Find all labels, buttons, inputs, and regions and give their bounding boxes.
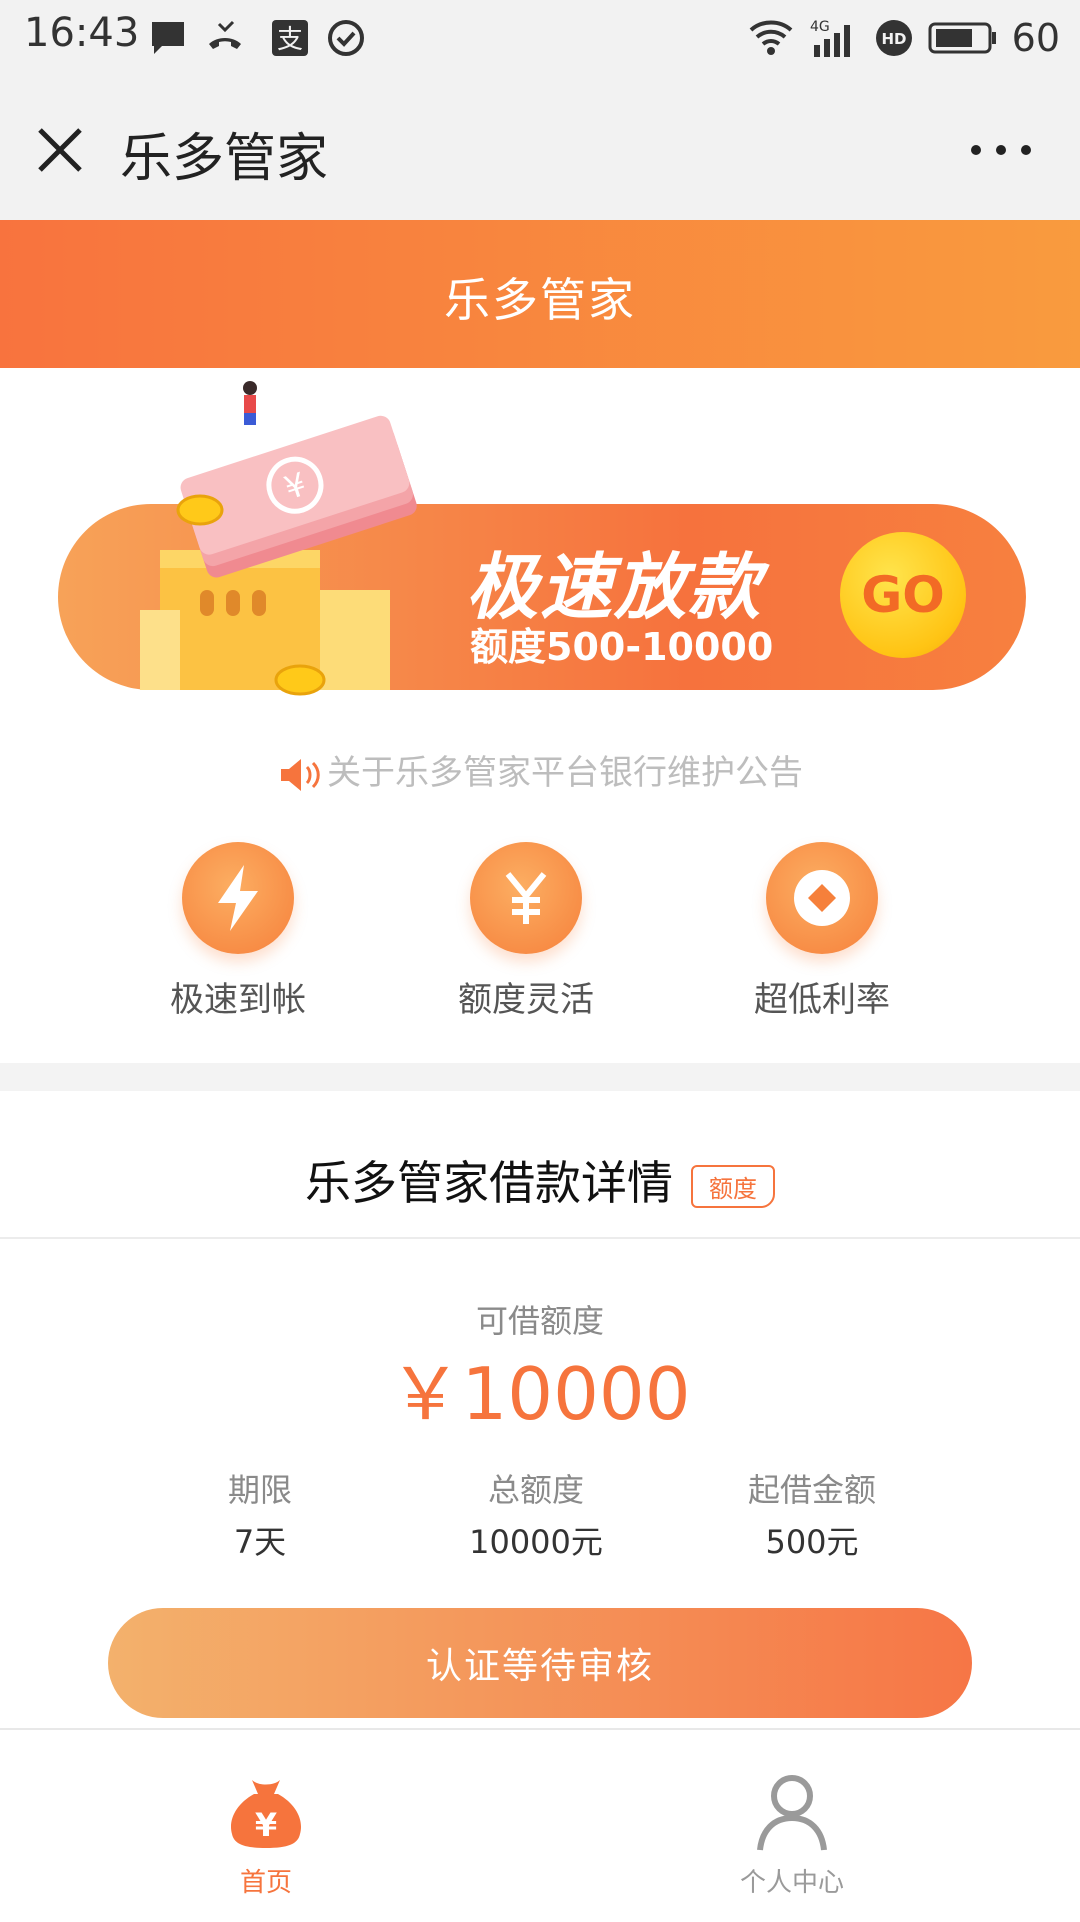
alipay-icon: 支 — [272, 20, 308, 56]
stat-value: 500元 — [765, 1523, 859, 1561]
feature-low-rate: 超低利率 — [722, 842, 922, 1021]
tab-label: 首页 — [239, 1868, 292, 1898]
coin-icon — [794, 870, 850, 926]
page-title: 乐多管家 — [444, 273, 636, 327]
go-button[interactable]: GO — [840, 532, 966, 658]
svg-text:支: 支 — [277, 25, 303, 55]
stat-min-amount: 起借金额 500元 — [682, 1465, 942, 1563]
money-stack-illustration: ¥ — [140, 381, 417, 696]
battery-level: 60 — [1011, 16, 1060, 60]
yuan-icon — [505, 872, 547, 924]
bottom-tab-bar: ¥ 首页 个人中心 — [0, 1728, 1080, 1922]
feature-label: 极速到帐 — [170, 980, 306, 1020]
stat-label: 期限 — [227, 1471, 292, 1509]
check-circle-icon — [328, 20, 364, 56]
lightning-icon — [218, 865, 258, 931]
banner-subtitle: 额度500-10000 — [470, 625, 774, 669]
status-right: 4G HD 60 — [748, 8, 1060, 68]
stat-total-limit: 总额度 10000元 — [406, 1465, 666, 1563]
stat-value: 7天 — [233, 1523, 287, 1561]
speaker-icon — [281, 758, 320, 791]
announcement[interactable]: 关于乐多管家平台银行维护公告 — [0, 745, 1080, 795]
stat-value: 10000元 — [469, 1523, 603, 1561]
close-icon[interactable] — [32, 122, 88, 178]
more-icon[interactable] — [966, 130, 1036, 170]
tab-home[interactable]: ¥ 首页 — [166, 1770, 366, 1899]
announcement-text: 关于乐多管家平台银行维护公告 — [327, 753, 803, 793]
svg-text:4G: 4G — [810, 19, 830, 35]
person-icon — [757, 1775, 827, 1851]
stat-label: 总额度 — [487, 1471, 584, 1509]
nav-title: 乐多管家 — [120, 129, 329, 189]
svg-text:¥: ¥ — [255, 1806, 277, 1844]
missed-call-icon — [209, 20, 241, 49]
status-bar: 16:43 支 4G HD 60 — [0, 0, 1080, 78]
stat-label: 起借金额 — [747, 1471, 876, 1509]
detail-title-text: 乐多管家借款详情 — [305, 1156, 673, 1210]
money-bag-icon: ¥ — [230, 1780, 302, 1848]
tab-profile[interactable]: 个人中心 — [692, 1770, 892, 1899]
available-amount: ￥10000 — [389, 1352, 691, 1436]
section-divider — [0, 1063, 1080, 1091]
svg-text:HD: HD — [881, 30, 906, 48]
limit-badge: 额度 — [691, 1165, 775, 1208]
stat-term: 期限 7天 — [130, 1465, 390, 1563]
feature-fast-arrival: 极速到帐 — [138, 842, 338, 1021]
hd-icon: HD — [875, 20, 912, 56]
battery-icon — [928, 22, 996, 54]
feature-label: 超低利率 — [754, 980, 890, 1020]
tab-label: 个人中心 — [739, 1868, 844, 1898]
wifi-icon — [749, 20, 792, 55]
signal-4g-icon: 4G — [810, 19, 850, 57]
page-header: 乐多管家 — [0, 220, 1080, 368]
message-icon — [152, 22, 184, 54]
status-time: 16:43 — [24, 10, 140, 56]
divider — [0, 1237, 1080, 1239]
feature-label: 额度灵活 — [458, 980, 594, 1020]
nav-bar: 乐多管家 — [0, 78, 1080, 220]
verify-pending-button[interactable]: 认证等待审核 — [108, 1608, 972, 1718]
detail-title: 乐多管家借款详情 额度 — [0, 1147, 1080, 1213]
feature-flexible-limit: 额度灵活 — [426, 842, 626, 1021]
